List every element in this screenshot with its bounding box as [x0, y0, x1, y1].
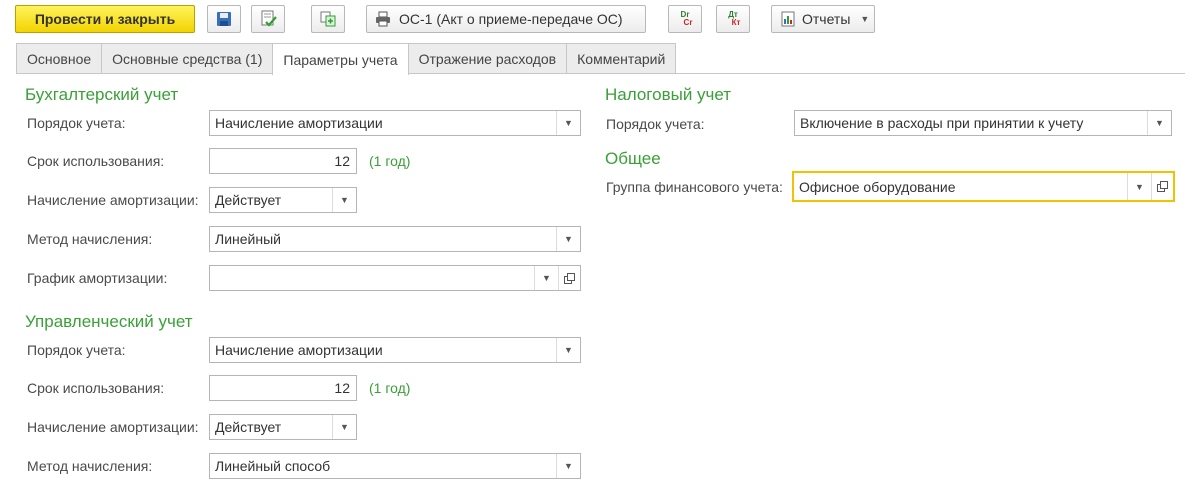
post-document-icon [261, 10, 277, 27]
create-based-on-button[interactable] [311, 5, 345, 33]
dt-ct-icon: Dr Cr [678, 11, 693, 27]
tax-order-select[interactable]: Включение в расходы при принятии к учету… [794, 110, 1172, 136]
management-term-input[interactable]: 12 [209, 375, 357, 401]
toolbar: Провести и закрыть ОС-1 (Акт о приеме-пе [0, 0, 1200, 40]
chevron-down-icon: ▼ [860, 14, 870, 24]
dt-ct-button[interactable]: Dr Cr [668, 5, 702, 33]
tab-expense-reflection[interactable]: Отражение расходов [407, 43, 568, 74]
management-term-label: Срок использования: [27, 380, 165, 396]
print-button-label: ОС-1 (Акт о приеме-передаче ОС) [399, 11, 623, 27]
dropdown-arrow-icon[interactable]: ▼ [1127, 173, 1151, 200]
dt-kt-icon: Дт Кт [726, 11, 741, 27]
management-term-value: 12 [334, 380, 350, 396]
accounting-term-label: Срок использования: [27, 153, 165, 169]
accounting-depreciation-label: Начисление амортизации: [27, 192, 199, 208]
tab-fixed-assets[interactable]: Основные средства (1) [101, 43, 274, 74]
reports-label: Отчеты [802, 11, 851, 27]
post-button[interactable] [251, 5, 285, 33]
accounting-schedule-label: График амортизации: [27, 270, 168, 286]
reports-button[interactable]: Отчеты ▼ [771, 5, 875, 33]
accounting-term-value: 12 [334, 153, 350, 169]
print-os1-button[interactable]: ОС-1 (Акт о приеме-передаче ОС) [366, 5, 646, 33]
accounting-depreciation-value: Действует [215, 192, 282, 208]
management-section-title: Управленческий учет [25, 312, 193, 331]
accounting-section-title: Бухгалтерский учет [25, 85, 179, 104]
tax-order-value: Включение в расходы при принятии к учету [800, 115, 1084, 131]
post-and-close-button[interactable]: Провести и закрыть [15, 5, 195, 33]
dt-kt-button[interactable]: Дт Кт [716, 5, 750, 33]
accounting-term-input[interactable]: 12 [209, 148, 357, 174]
save-button[interactable] [207, 5, 241, 33]
financial-group-select[interactable]: Офисное оборудование ▼ [792, 171, 1175, 202]
management-order-label: Порядок учета: [27, 342, 126, 358]
ct-label: Cr [683, 18, 693, 27]
tax-section-title: Налоговый учет [605, 85, 732, 104]
dropdown-arrow-icon[interactable]: ▼ [556, 338, 580, 362]
financial-group-label: Группа финансового учета: [606, 179, 783, 195]
tab-main[interactable]: Основное [16, 43, 103, 74]
dropdown-arrow-icon[interactable]: ▼ [556, 111, 580, 135]
dropdown-arrow-icon[interactable]: ▼ [332, 415, 356, 439]
dropdown-arrow-icon[interactable]: ▼ [556, 454, 580, 478]
tax-order-label: Порядок учета: [606, 116, 705, 132]
management-term-hint: (1 год) [369, 380, 411, 396]
management-method-label: Метод начисления: [27, 458, 153, 474]
tab-divider [16, 73, 1185, 74]
management-order-select[interactable]: Начисление амортизации ▼ [209, 337, 581, 363]
management-method-select[interactable]: Линейный способ ▼ [209, 453, 581, 479]
dropdown-arrow-icon[interactable]: ▼ [534, 266, 558, 290]
management-depreciation-select[interactable]: Действует ▼ [209, 414, 357, 440]
accounting-method-select[interactable]: Линейный ▼ [209, 226, 581, 252]
management-depreciation-label: Начисление амортизации: [27, 419, 199, 435]
tab-bar: Основное Основные средства (1) Параметры… [16, 43, 677, 75]
management-order-value: Начисление амортизации [215, 342, 383, 358]
printer-icon [376, 11, 390, 27]
general-section-title: Общее [605, 149, 661, 168]
management-depreciation-value: Действует [215, 419, 282, 435]
tab-accounting-parameters[interactable]: Параметры учета [272, 43, 409, 75]
accounting-schedule-select[interactable]: ▼ [209, 265, 581, 291]
financial-group-value: Офисное оборудование [799, 178, 956, 195]
accounting-order-value: Начисление амортизации [215, 115, 383, 131]
accounting-method-label: Метод начисления: [27, 231, 153, 247]
accounting-term-hint: (1 год) [369, 153, 411, 169]
open-form-icon[interactable] [1151, 173, 1173, 200]
reports-icon [781, 11, 795, 27]
accounting-order-label: Порядок учета: [27, 115, 126, 131]
save-icon [217, 12, 231, 26]
kt-ru-label: Кт [731, 18, 741, 27]
accounting-depreciation-select[interactable]: Действует ▼ [209, 187, 357, 213]
tab-comment[interactable]: Комментарий [566, 43, 677, 74]
open-form-icon[interactable] [558, 266, 580, 290]
dropdown-arrow-icon[interactable]: ▼ [556, 227, 580, 251]
accounting-method-value: Линейный [215, 231, 281, 247]
create-based-on-icon [320, 11, 336, 27]
dropdown-arrow-icon[interactable]: ▼ [1147, 111, 1171, 135]
management-method-value: Линейный способ [215, 458, 331, 474]
dropdown-arrow-icon[interactable]: ▼ [332, 188, 356, 212]
accounting-order-select[interactable]: Начисление амортизации ▼ [209, 110, 581, 136]
